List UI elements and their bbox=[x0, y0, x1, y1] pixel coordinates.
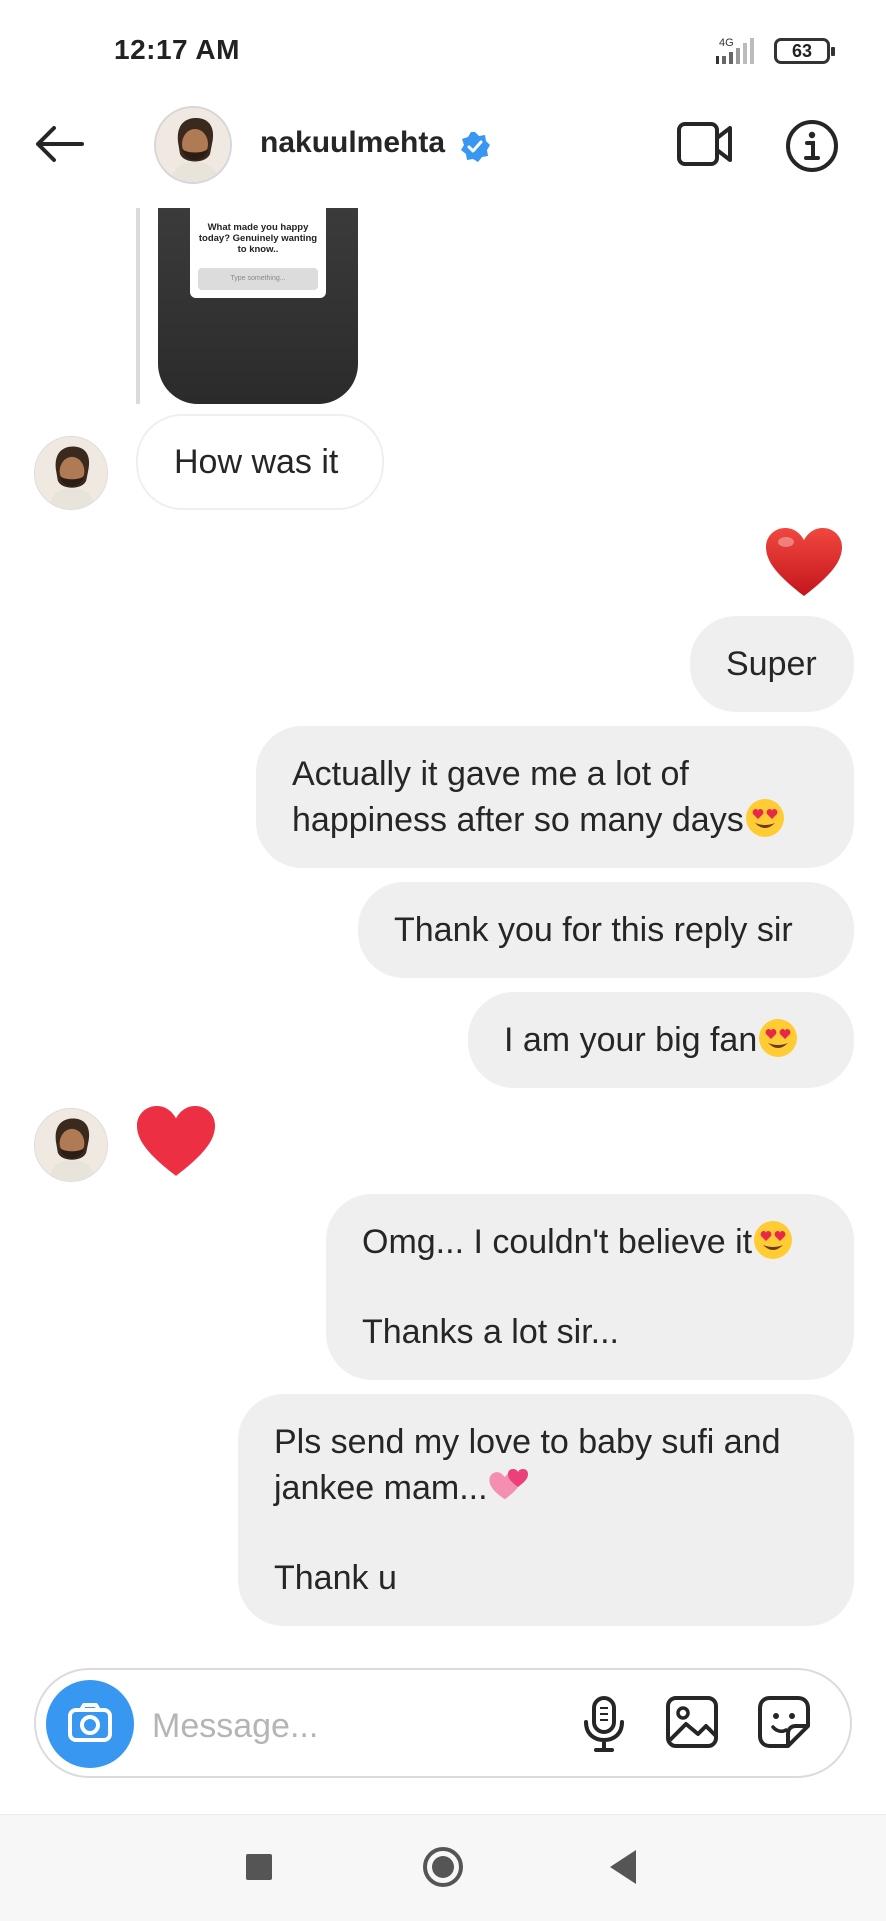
received-heart[interactable] bbox=[134, 1104, 218, 1180]
status-time: 12:17 AM bbox=[114, 34, 240, 65]
microphone-button[interactable] bbox=[578, 1694, 630, 1754]
video-call-icon bbox=[677, 122, 732, 166]
red-heart-icon bbox=[136, 1106, 216, 1176]
message-line: jankee mam... bbox=[274, 1465, 818, 1511]
message-input[interactable] bbox=[150, 1690, 554, 1762]
recents-square-icon[interactable] bbox=[246, 1854, 272, 1880]
camera-button[interactable] bbox=[46, 1680, 134, 1768]
message-bubble-outgoing[interactable]: Thank you for this reply sir bbox=[358, 882, 854, 978]
signal-icon: 4G bbox=[712, 34, 764, 66]
gallery-icon bbox=[666, 1696, 718, 1748]
story-question-sticker: What made you happy today? Genuinely wan… bbox=[190, 208, 326, 298]
message-line: Thanks a lot sir... bbox=[362, 1313, 619, 1351]
heart-eyes-emoji-icon bbox=[754, 1221, 793, 1259]
info-button[interactable] bbox=[784, 118, 840, 174]
message-line: Pls send my love to baby sufi and bbox=[274, 1422, 781, 1461]
battery-indicator: 63 bbox=[774, 38, 835, 64]
red-heart-icon bbox=[766, 528, 842, 596]
message-line: I am your big fan bbox=[504, 1017, 818, 1063]
back-arrow-icon bbox=[36, 126, 84, 162]
story-question-input: Type something... bbox=[198, 268, 318, 290]
story-reply-rule bbox=[136, 208, 140, 404]
message-bubble-incoming[interactable]: How was it bbox=[136, 414, 384, 510]
info-icon bbox=[786, 120, 838, 172]
back-button[interactable] bbox=[30, 118, 90, 170]
message-text: Thank you for this reply sir bbox=[394, 910, 793, 949]
message-line: Thank u bbox=[274, 1558, 397, 1597]
gallery-button[interactable] bbox=[664, 1694, 720, 1750]
message-line: Actually it gave me a lot of bbox=[292, 754, 689, 793]
message-bubble-outgoing[interactable]: Omg... I couldn't believe it Thanks a lo… bbox=[326, 1194, 854, 1380]
username[interactable]: nakuulmehta bbox=[260, 126, 445, 160]
sent-heart[interactable] bbox=[764, 526, 844, 600]
two-hearts-emoji-icon bbox=[488, 1468, 528, 1499]
home-circle-icon bbox=[423, 1847, 463, 1887]
message-text: Super bbox=[726, 644, 817, 683]
story-question-text: What made you happy today? Genuinely wan… bbox=[198, 222, 318, 255]
sender-avatar[interactable] bbox=[34, 436, 108, 510]
network-label: 4G bbox=[719, 37, 734, 49]
camera-icon bbox=[68, 1703, 112, 1742]
sticker-button[interactable] bbox=[756, 1694, 812, 1750]
message-line: happiness after so many days bbox=[292, 797, 818, 843]
nav-back-button[interactable] bbox=[608, 1848, 638, 1886]
sender-avatar[interactable] bbox=[34, 1108, 108, 1182]
message-bubble-outgoing[interactable]: Super bbox=[690, 616, 854, 712]
message-line: Omg... I couldn't believe it bbox=[362, 1219, 818, 1265]
microphone-icon bbox=[584, 1696, 624, 1752]
message-text: How was it bbox=[174, 442, 339, 481]
video-call-button[interactable] bbox=[676, 118, 734, 170]
home-circle-button[interactable] bbox=[422, 1846, 464, 1888]
heart-eyes-emoji-icon bbox=[759, 1019, 798, 1057]
heart-eyes-emoji-icon bbox=[745, 798, 784, 837]
message-bubble-outgoing[interactable]: Pls send my love to baby sufi and jankee… bbox=[238, 1394, 854, 1626]
header-avatar[interactable] bbox=[154, 106, 232, 184]
verified-badge-icon bbox=[458, 130, 492, 164]
message-bubble-outgoing[interactable]: I am your big fan bbox=[468, 992, 854, 1088]
sticker-icon bbox=[758, 1696, 810, 1748]
story-preview-card[interactable]: What made you happy today? Genuinely wan… bbox=[158, 208, 358, 404]
nav-back-triangle-icon bbox=[610, 1850, 636, 1884]
message-bubble-outgoing[interactable]: Actually it gave me a lot of happiness a… bbox=[256, 726, 854, 868]
